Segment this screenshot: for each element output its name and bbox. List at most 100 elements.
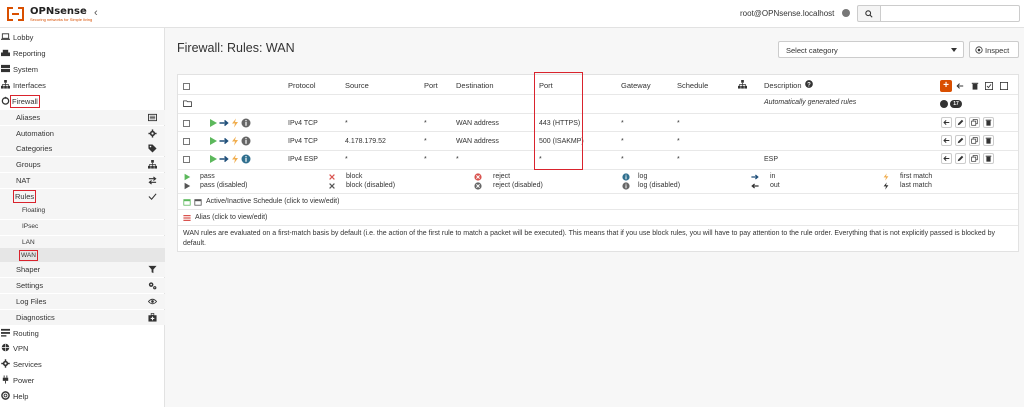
header-destination[interactable]: Destination [456, 81, 494, 90]
delete-rule-button[interactable] [983, 117, 994, 128]
folder-icon[interactable] [183, 100, 192, 107]
header-protocol[interactable]: Protocol [288, 81, 316, 90]
rule-checkbox[interactable] [183, 138, 190, 145]
chevron-down-circle-icon[interactable] [940, 100, 948, 108]
check-square-icon[interactable] [985, 82, 993, 90]
header-description[interactable]: Description [764, 81, 802, 90]
auto-rules-label: Automatically generated rules [764, 99, 857, 106]
svg-text:?: ? [807, 82, 811, 88]
legend-reject-disabled: reject (disabled) [493, 182, 543, 189]
rule-checkbox[interactable] [183, 120, 190, 127]
direction-in-icon [219, 119, 229, 127]
sidebar-item-vpn[interactable]: VPN [0, 341, 165, 356]
clone-rule-button[interactable] [969, 135, 980, 146]
info-icon[interactable] [241, 118, 251, 128]
rule-gateway: * [621, 156, 624, 163]
delete-rule-button[interactable] [983, 135, 994, 146]
laptop-icon [1, 33, 10, 40]
sidebar-item-help[interactable]: Help [0, 389, 165, 404]
header-source-port[interactable]: Port [424, 81, 438, 90]
sidebar-item-power[interactable]: Power [0, 373, 165, 388]
header-schedule[interactable]: Schedule [677, 81, 708, 90]
calendar-icon [183, 199, 191, 206]
rule-gateway: * [621, 120, 624, 127]
search-input[interactable] [880, 5, 1020, 22]
sidebar-item-shaper[interactable]: Shaper [0, 262, 165, 277]
pass-icon[interactable] [208, 154, 218, 164]
header-source[interactable]: Source [345, 81, 369, 90]
log-icon [622, 173, 630, 181]
cog-icon [1, 359, 10, 368]
header-gateway[interactable]: Gateway [621, 81, 651, 90]
sidebar-item-firewall[interactable]: Firewall [0, 94, 165, 109]
server-icon [1, 64, 10, 73]
sidebar-item-interfaces[interactable]: Interfaces [0, 78, 165, 93]
select-all-checkbox[interactable] [183, 83, 190, 90]
sidebar-item-floating[interactable]: Floating [0, 204, 165, 219]
gears-icon [148, 282, 157, 290]
legend-alias: Alias (click to view/edit) [195, 214, 268, 221]
inspect-button[interactable]: Inspect [969, 41, 1019, 58]
clone-rule-button[interactable] [969, 117, 980, 128]
rule-destination: WAN address [456, 120, 499, 127]
rule-source-port: * [424, 138, 427, 145]
rule-protocol: IPv4 TCP [288, 120, 318, 127]
move-rule-button[interactable] [941, 153, 952, 164]
globe-icon [1, 343, 10, 352]
trash-icon[interactable] [971, 82, 979, 90]
pass-icon[interactable] [208, 136, 218, 146]
sidebar-item-services[interactable]: Services [0, 357, 165, 372]
rules-panel: Protocol Source Port Destination Port Ga… [177, 74, 1019, 252]
sitemap-icon [148, 160, 157, 169]
info-icon[interactable] [241, 136, 251, 146]
rule-destination: * [456, 156, 459, 163]
clone-rule-button[interactable] [969, 153, 980, 164]
brand-name: OPNsense [30, 6, 87, 17]
rule-source-port: * [424, 120, 427, 127]
move-rule-button[interactable] [941, 135, 952, 146]
sidebar-item-groups[interactable]: Groups [0, 157, 165, 172]
delete-rule-button[interactable] [983, 153, 994, 164]
edit-rule-button[interactable] [955, 117, 966, 128]
sidebar-item-nat[interactable]: NAT [0, 173, 165, 188]
info-icon[interactable] [241, 154, 251, 164]
user-label[interactable]: root@OPNsense.localhost [740, 9, 834, 18]
arrow-left-icon[interactable] [956, 82, 964, 90]
auto-rules-count-badge[interactable]: 17 [950, 100, 962, 108]
edit-rule-button[interactable] [955, 135, 966, 146]
sidebar-item-log-files[interactable]: Log Files [0, 294, 165, 309]
edit-rule-button[interactable] [955, 153, 966, 164]
sidebar-item-aliases[interactable]: Aliases [0, 110, 165, 125]
legend-log-disabled: log (disabled) [638, 182, 681, 189]
sidebar-item-routing[interactable]: Routing [0, 326, 165, 341]
collapse-sidebar-icon[interactable]: ‹ [94, 7, 98, 19]
search-button[interactable] [857, 5, 881, 22]
trash-icon [985, 119, 992, 126]
last-match-icon [883, 182, 889, 190]
rule-checkbox[interactable] [183, 156, 190, 163]
legend-block: block [346, 173, 363, 180]
sidebar-item-lobby[interactable]: Lobby [0, 30, 165, 45]
sidebar-item-settings[interactable]: Settings [0, 278, 165, 293]
help-icon[interactable]: ? [805, 80, 813, 88]
legend-first-match: first match [900, 173, 933, 180]
sidebar-item-reporting[interactable]: Reporting [0, 46, 165, 61]
move-rule-button[interactable] [941, 117, 952, 128]
sitemap-icon [1, 80, 10, 89]
tag-icon [148, 144, 157, 153]
sidebar-item-ipsec[interactable]: IPsec [0, 220, 165, 235]
category-select[interactable]: Select category [778, 41, 964, 58]
sidebar-item-system[interactable]: System [0, 62, 165, 77]
sidebar-item-automation[interactable]: Automation [0, 126, 165, 141]
status-indicator-icon[interactable] [842, 9, 850, 17]
sidebar-item-categories[interactable]: Categories [0, 141, 165, 156]
pass-icon[interactable] [208, 118, 218, 128]
legend-out: out [770, 182, 780, 189]
square-icon[interactable] [1000, 82, 1008, 90]
sidebar-item-rules[interactable]: Rules [0, 189, 165, 204]
sidebar-item-diagnostics[interactable]: Diagnostics [0, 310, 165, 325]
check-icon [148, 193, 157, 200]
add-rule-button[interactable]: + [940, 80, 952, 92]
legend-block-disabled: block (disabled) [346, 182, 396, 189]
brand-logo[interactable]: OPNsense Securing networks for Simple li… [5, 4, 95, 24]
